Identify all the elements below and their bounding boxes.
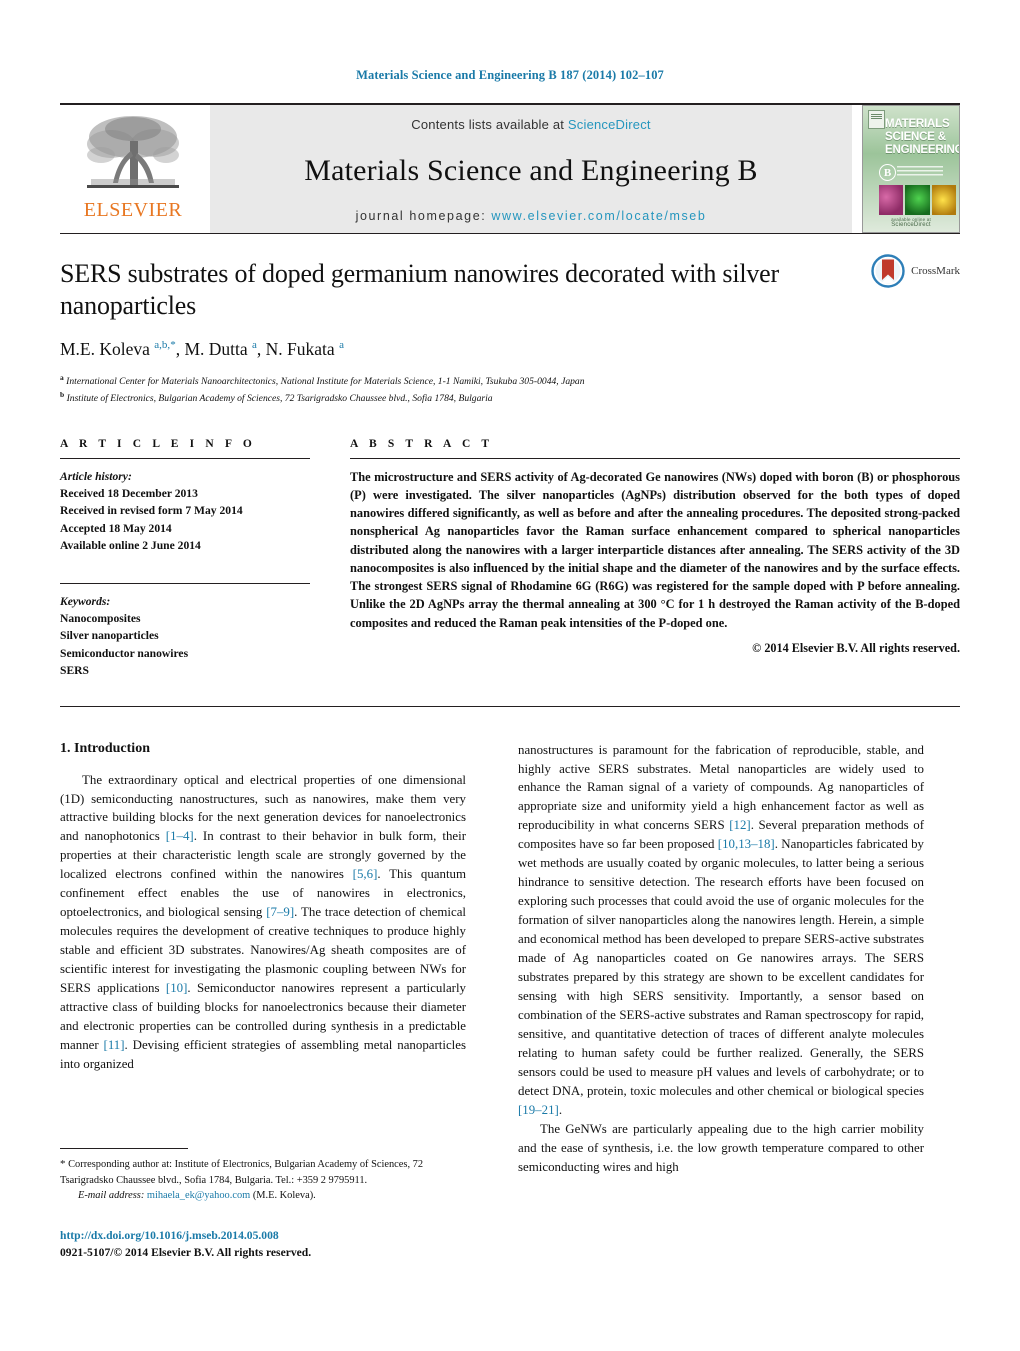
journal-homepage-line: journal homepage: www.elsevier.com/locat…	[356, 209, 707, 223]
article-online: Available online 2 June 2014	[60, 539, 201, 553]
elsevier-wordmark: ELSEVIER	[83, 199, 183, 221]
cover-title: MATERIALS SCIENCE & ENGINEERING	[885, 118, 960, 157]
abstract-text: The microstructure and SERS activity of …	[350, 469, 960, 630]
homepage-url-link[interactable]: www.elsevier.com/locate/mseb	[491, 209, 706, 223]
body-column-left: 1. Introduction The extraordinary optica…	[60, 741, 466, 1177]
genw-paragraph: The GeNWs are particularly appealing due…	[518, 1121, 924, 1174]
doi-block: http://dx.doi.org/10.1016/j.mseb.2014.05…	[60, 1228, 480, 1262]
affiliation-a: a International Center for Materials Nan…	[60, 373, 585, 388]
affiliation-a-text: International Center for Materials Nanoa…	[66, 376, 585, 388]
keywords-block: Keywords: Nanocomposites Silver nanopart…	[60, 593, 350, 680]
citation-ref[interactable]: [10]	[166, 981, 187, 995]
cover-title-line3: ENGINEERING	[885, 143, 960, 156]
cover-footer: available online at ScienceDirect	[863, 217, 959, 228]
journal-band: Contents lists available at ScienceDirec…	[210, 105, 852, 233]
cover-image-3	[931, 185, 956, 215]
running-head: Materials Science and Engineering B 187 …	[356, 68, 664, 82]
abstract-column: A B S T R A C T The microstructure and S…	[350, 438, 960, 680]
elsevier-logo: ELSEVIER	[60, 105, 206, 233]
article-info-rule	[60, 457, 310, 459]
affiliation-b: b Institute of Electronics, Bulgarian Ac…	[60, 389, 493, 404]
crossmark-badge[interactable]: CrossMark	[871, 254, 960, 288]
sciencedirect-link[interactable]: ScienceDirect	[568, 117, 651, 132]
intro-paragraph-left: The extraordinary optical and electrical…	[60, 772, 467, 1072]
cover-series-letter: B	[879, 164, 896, 181]
keywords-label: Keywords:	[60, 594, 111, 608]
article-page: Materials Science and Engineering B 187 …	[0, 0, 1020, 1351]
body-columns: 1. Introduction The extraordinary optica…	[60, 741, 960, 1177]
footnote-star: *	[60, 1158, 66, 1170]
intro-paragraph-right: nanostructures is paramount for the fabr…	[518, 742, 925, 1117]
cover-image-1	[879, 185, 904, 215]
citation-ref[interactable]: [7–9]	[266, 905, 294, 919]
email-address-label: E-mail address:	[78, 1190, 145, 1202]
section-heading-introduction: 1. Introduction	[60, 740, 150, 756]
doi-link[interactable]: http://dx.doi.org/10.1016/j.mseb.2014.05…	[60, 1228, 480, 1245]
page-title: SERS substrates of doped germanium nanow…	[60, 259, 779, 320]
info-abstract-row: A R T I C L E I N F O Article history: R…	[60, 438, 960, 680]
abstract-copyright: © 2014 Elsevier B.V. All rights reserved…	[752, 640, 960, 655]
crossmark-icon	[871, 254, 905, 288]
article-accepted: Accepted 18 May 2014	[60, 521, 172, 535]
footnote-text: Corresponding author at: Institute of El…	[60, 1159, 424, 1186]
abstract-rule	[350, 457, 960, 459]
article-history-block: Article history: Received 18 December 20…	[60, 468, 350, 555]
cover-image-strip	[879, 185, 956, 215]
citation-ref[interactable]: [5,6]	[353, 867, 378, 881]
article-title-area: SERS substrates of doped germanium nanow…	[60, 234, 960, 406]
cover-image-2	[905, 185, 930, 215]
article-revised: Received in revised form 7 May 2014	[60, 504, 243, 518]
issn-copyright-line: 0921-5107/© 2014 Elsevier B.V. All right…	[60, 1245, 312, 1259]
cover-title-line1: MATERIALS	[885, 118, 950, 130]
author-list: M.E. Koleva a,b,*, M. Dutta a, N. Fukata…	[60, 339, 344, 360]
keyword-item: Silver nanoparticles	[60, 629, 159, 643]
contents-prefix: Contents lists available at	[411, 117, 565, 132]
keyword-item: Semiconductor nanowires	[60, 646, 189, 660]
citation-ref[interactable]: [10,13–18]	[718, 837, 775, 851]
body-column-right: nanostructures is paramount for the fabr…	[518, 741, 924, 1177]
cover-subtitle-lines	[897, 166, 943, 177]
email-owner: (M.E. Koleva).	[252, 1190, 316, 1202]
citation-ref[interactable]: [11]	[104, 1038, 125, 1052]
affiliations: a International Center for Materials Nan…	[60, 373, 960, 405]
abstract-heading: A B S T R A C T	[350, 437, 494, 450]
footnote-email-line: E-mail address: mihaela_ek@yahoo.com (M.…	[60, 1188, 466, 1203]
email-link[interactable]: mihaela_ek@yahoo.com	[147, 1190, 250, 1201]
article-received: Received 18 December 2013	[60, 487, 198, 501]
article-history-label: Article history:	[60, 469, 132, 483]
journal-masthead: ELSEVIER Contents lists available at Sci…	[60, 103, 960, 233]
cover-footer-bottom: ScienceDirect	[891, 222, 931, 228]
article-info-heading: A R T I C L E I N F O	[60, 437, 256, 450]
cover-elsevier-mark-icon	[868, 110, 885, 129]
citation-ref[interactable]: [1–4]	[166, 829, 194, 843]
cover-title-line2: SCIENCE &	[885, 130, 946, 143]
keyword-item: SERS	[60, 664, 90, 678]
journal-cover-thumbnail: MATERIALS SCIENCE & ENGINEERING B availa…	[862, 105, 960, 233]
affiliation-b-text: Institute of Electronics, Bulgarian Acad…	[66, 392, 493, 404]
elsevier-tree-icon	[87, 116, 179, 188]
keywords-rule	[60, 582, 310, 584]
corresponding-author-note: * Corresponding author at: Institute of …	[60, 1157, 466, 1203]
citation-ref[interactable]: [19–21]	[518, 1103, 559, 1117]
abstract-bottom-rule	[60, 705, 960, 707]
citation-ref[interactable]: [12]	[729, 818, 750, 832]
homepage-prefix: journal homepage:	[355, 209, 487, 223]
journal-title: Materials Science and Engineering B	[304, 153, 758, 187]
crossmark-label: CrossMark	[911, 265, 960, 277]
article-info-column: A R T I C L E I N F O Article history: R…	[60, 438, 350, 680]
keyword-item: Nanocomposites	[60, 611, 141, 625]
footnote-area: * Corresponding author at: Institute of …	[60, 1148, 466, 1203]
contents-available-line: Contents lists available at ScienceDirec…	[411, 117, 650, 132]
footnote-rule	[60, 1148, 188, 1149]
